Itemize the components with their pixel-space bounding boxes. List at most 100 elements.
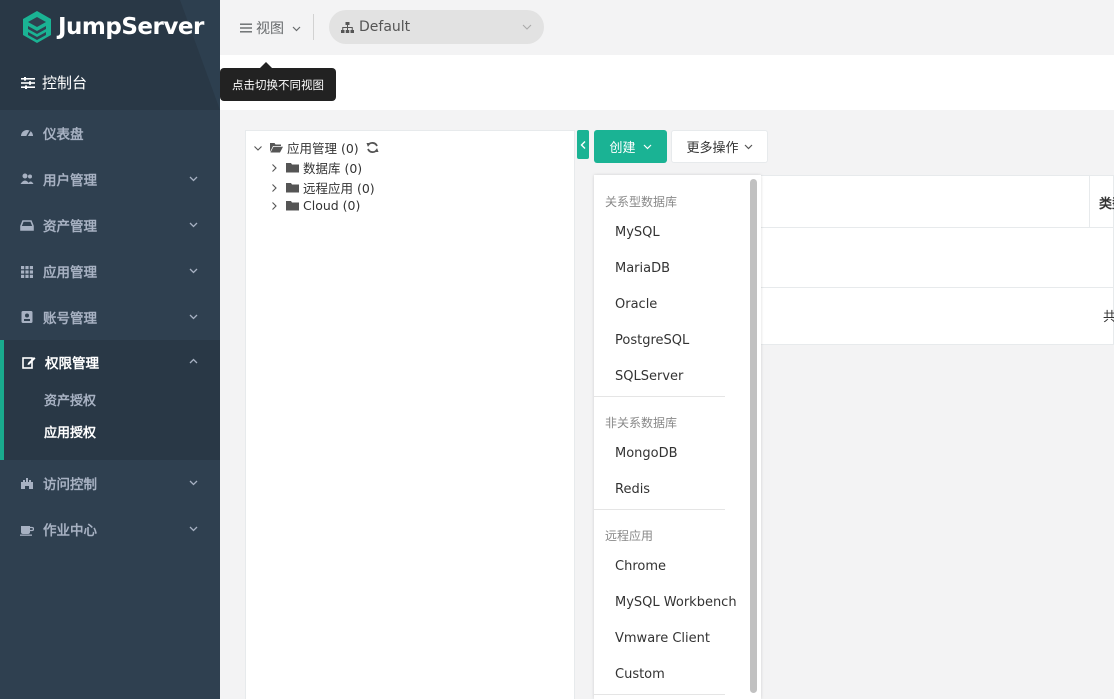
dropdown-divider bbox=[594, 396, 725, 397]
dropdown-scrollbar[interactable] bbox=[750, 179, 757, 693]
logo-area: JumpServer 控制台 bbox=[0, 0, 220, 110]
sidebar-item-access-control[interactable]: 访问控制 bbox=[0, 460, 220, 506]
more-actions-label: 更多操作 bbox=[686, 141, 739, 156]
view-switch-tooltip: 点击切换不同视图 bbox=[220, 62, 336, 101]
chevron-down-icon bbox=[744, 144, 752, 150]
tree-node-label: Cloud (0) bbox=[303, 198, 361, 213]
sidebar-item-label: 访问控制 bbox=[43, 477, 97, 493]
folder-icon bbox=[286, 163, 299, 173]
dropdown-item-mysql[interactable]: MySQL bbox=[615, 225, 660, 240]
sidebar-item-users[interactable]: 用户管理 bbox=[0, 156, 220, 202]
tree-node-label: 数据库 (0) bbox=[303, 161, 363, 176]
dropdown-item-chrome[interactable]: Chrome bbox=[615, 559, 666, 574]
dropdown-item-mariadb[interactable]: MariaDB bbox=[615, 261, 670, 276]
tree-collapse-toggle[interactable] bbox=[577, 130, 589, 159]
chevron-down-icon bbox=[189, 222, 198, 228]
application-tree-panel: 应用管理 (0) 数据库 (0) 远程应用 (0) Cloud (0) bbox=[245, 130, 575, 699]
tooltip-text: 点击切换不同视图 bbox=[232, 77, 324, 92]
sitemap-icon bbox=[341, 21, 354, 33]
sidebar-item-assets[interactable]: 资产管理 bbox=[0, 202, 220, 248]
sidebar-subitem-application-permission[interactable]: 应用授权 bbox=[44, 422, 96, 441]
inbox-icon bbox=[20, 220, 34, 231]
org-select-value: Default bbox=[359, 19, 411, 35]
brand-name: JumpServer bbox=[58, 14, 204, 40]
tree-root-node[interactable]: 应用管理 (0) bbox=[254, 138, 379, 157]
sidebar-item-accounts[interactable]: 账号管理 bbox=[0, 294, 220, 340]
dropdown-item-mongodb[interactable]: MongoDB bbox=[615, 446, 678, 461]
edit-icon bbox=[22, 357, 36, 369]
chevron-down-icon[interactable] bbox=[254, 144, 262, 152]
dropdown-group-header: 非关系数据库 bbox=[605, 416, 678, 430]
tree-node-database[interactable]: 数据库 (0) bbox=[270, 158, 362, 177]
sidebar-item-label: 仪表盘 bbox=[43, 127, 84, 143]
chevron-right-icon[interactable] bbox=[270, 163, 278, 172]
chevron-down-icon bbox=[522, 24, 532, 30]
dropdown-item-oracle[interactable]: Oracle bbox=[615, 297, 657, 312]
dropdown-item-redis[interactable]: Redis bbox=[615, 482, 650, 497]
dropdown-item-vmware-client[interactable]: Vmware Client bbox=[615, 631, 710, 646]
dropdown-item-postgresql[interactable]: PostgreSQL bbox=[615, 333, 689, 348]
top-bar: 视图 Default bbox=[220, 0, 1114, 55]
dashboard-icon bbox=[21, 130, 33, 137]
chevron-down-icon bbox=[189, 314, 198, 320]
tree-node-label: 远程应用 (0) bbox=[303, 181, 375, 196]
tree-node-remote-app[interactable]: 远程应用 (0) bbox=[270, 178, 375, 197]
id-card-icon bbox=[21, 311, 33, 323]
sliders-icon bbox=[21, 76, 35, 89]
dropdown-group-header: 关系型数据库 bbox=[605, 195, 678, 209]
sidebar-item-label: 资产管理 bbox=[43, 219, 97, 235]
dropdown-item-custom[interactable]: Custom bbox=[615, 667, 665, 682]
sidebar-item-permissions-header[interactable]: 权限管理 bbox=[22, 352, 99, 372]
folder-open-icon bbox=[270, 143, 283, 153]
jumpserver-logo-icon bbox=[23, 11, 51, 43]
sidebar-subitem-asset-permission[interactable]: 资产授权 bbox=[44, 390, 96, 409]
table-footer-total: 共 bbox=[1103, 310, 1114, 325]
sidebar: JumpServer 控制台 仪表盘 用户管理 资产管理 应用管理 账号管理 权… bbox=[0, 0, 220, 699]
table-column-header-type[interactable]: 类型 bbox=[1099, 193, 1114, 212]
castle-icon bbox=[21, 478, 33, 489]
bars-icon bbox=[240, 23, 252, 33]
view-switch-label: 视图 bbox=[256, 21, 284, 37]
dropdown-divider bbox=[594, 694, 725, 695]
console-label: 控制台 bbox=[42, 74, 88, 92]
chevron-down-icon bbox=[189, 268, 198, 274]
folder-icon bbox=[286, 201, 299, 211]
sidebar-item-dashboard[interactable]: 仪表盘 bbox=[0, 110, 220, 156]
dropdown-divider bbox=[594, 509, 725, 510]
sidebar-item-permissions: 权限管理 资产授权 应用授权 bbox=[0, 340, 220, 460]
view-switch-button[interactable]: 视图 bbox=[240, 18, 301, 38]
refresh-icon[interactable] bbox=[366, 141, 379, 154]
sidebar-item-label: 应用管理 bbox=[43, 265, 97, 281]
more-actions-button[interactable]: 更多操作 bbox=[671, 130, 768, 163]
sidebar-item-applications[interactable]: 应用管理 bbox=[0, 248, 220, 294]
tree-node-label: 应用管理 (0) bbox=[287, 141, 359, 156]
chevron-down-icon bbox=[189, 526, 198, 532]
tree-node-cloud[interactable]: Cloud (0) bbox=[270, 198, 360, 213]
brand-logo[interactable]: JumpServer bbox=[22, 10, 204, 44]
org-select[interactable]: Default bbox=[329, 10, 544, 44]
sidebar-item-label: 用户管理 bbox=[43, 173, 97, 189]
chevron-right-icon[interactable] bbox=[270, 183, 278, 192]
chevron-down-icon bbox=[189, 176, 198, 182]
dropdown-item-sqlserver[interactable]: SQLServer bbox=[615, 369, 683, 384]
create-button[interactable]: 创建 bbox=[594, 130, 667, 163]
chevron-right-icon[interactable] bbox=[270, 201, 278, 210]
users-icon bbox=[20, 173, 34, 184]
chevron-down-icon bbox=[292, 26, 301, 31]
chevron-down-icon bbox=[189, 480, 198, 486]
sidebar-item-label: 账号管理 bbox=[43, 311, 97, 327]
dropdown-group-header: 远程应用 bbox=[605, 529, 654, 543]
sidebar-item-label: 权限管理 bbox=[45, 356, 99, 372]
sidebar-item-job-center[interactable]: 作业中心 bbox=[0, 506, 220, 552]
create-dropdown-menu: 关系型数据库 MySQL MariaDB Oracle PostgreSQL S… bbox=[594, 175, 761, 699]
chevron-left-icon bbox=[580, 140, 586, 149]
chevron-down-icon bbox=[643, 144, 651, 150]
console-link[interactable]: 控制台 bbox=[21, 72, 87, 93]
dropdown-item-mysql-workbench[interactable]: MySQL Workbench bbox=[615, 595, 737, 610]
create-button-label: 创建 bbox=[609, 141, 636, 156]
folder-icon bbox=[286, 183, 299, 193]
coffee-icon bbox=[20, 526, 34, 536]
divider bbox=[313, 14, 314, 40]
page-heading-bar bbox=[220, 55, 1114, 110]
grid-icon bbox=[21, 266, 33, 278]
